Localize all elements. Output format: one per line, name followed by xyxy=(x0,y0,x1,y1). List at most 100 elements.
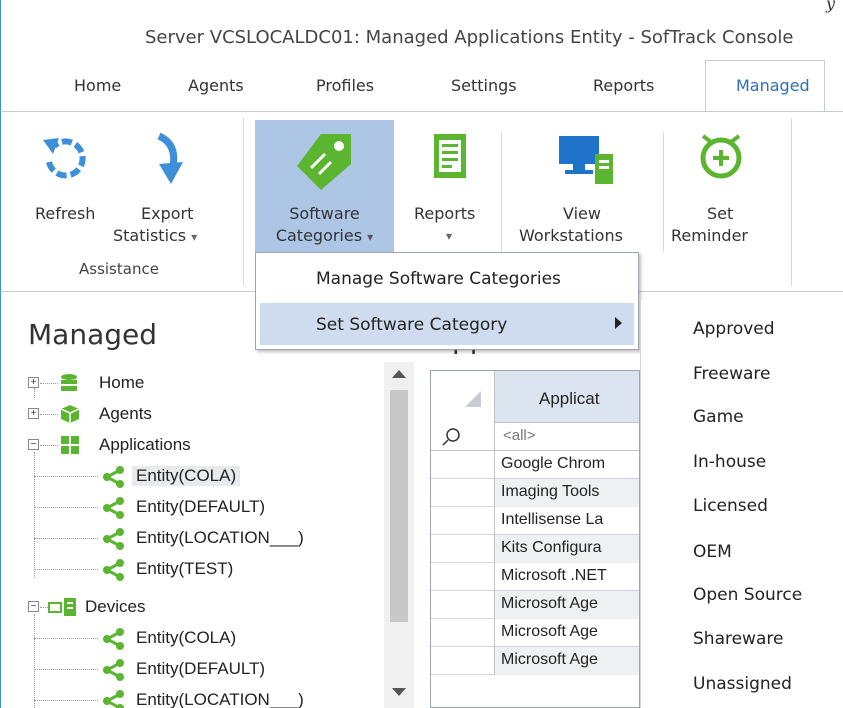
software-categories-menu: Manage Software Categories Set Software … xyxy=(255,252,639,350)
share-icon xyxy=(103,466,124,488)
software-label-2: Categories xyxy=(275,226,363,245)
menu-item-manage-software-categories[interactable]: Manage Software Categories xyxy=(260,257,634,299)
software-categories-button[interactable]: Software Categories ▾ xyxy=(255,120,394,253)
separator xyxy=(501,132,502,252)
chevron-down-icon: ▾ xyxy=(367,230,374,244)
reports-button[interactable]: Reports ▾ xyxy=(404,120,504,250)
tree-scrollbar[interactable] xyxy=(384,362,414,708)
scroll-up-arrow-icon[interactable] xyxy=(392,370,406,378)
view-label-1: View xyxy=(563,204,601,223)
tree-item-label: Home xyxy=(99,373,145,392)
tree-item-dev-entity-default[interactable]: Entity(DEFAULT) xyxy=(34,656,364,684)
sort-corner-icon xyxy=(465,391,481,407)
corner-glyph: y xyxy=(825,0,835,13)
tree-item-label: Entity(LOCATION___) xyxy=(136,528,304,547)
collapse-icon[interactable]: − xyxy=(28,601,39,612)
collapse-icon[interactable]: − xyxy=(28,439,39,450)
tree-line xyxy=(34,507,98,508)
tree-item-label: Devices xyxy=(85,597,146,616)
table-cell: Kits Configura xyxy=(495,535,639,563)
share-icon xyxy=(103,659,124,681)
category-approved[interactable]: Approved xyxy=(693,319,775,339)
cube-icon xyxy=(60,405,80,423)
table-row[interactable]: Microsoft .NET xyxy=(431,563,639,591)
tree-item-label: Entity(LOCATION___) xyxy=(136,690,304,708)
tree-item-home[interactable]: + Home xyxy=(28,370,358,398)
view-workstations-button[interactable]: View Workstations xyxy=(519,120,659,250)
category-open-source[interactable]: Open Source xyxy=(693,585,802,605)
table-cell: Imaging Tools xyxy=(495,479,639,507)
tab-managed[interactable]: Managed xyxy=(705,60,825,114)
tree-item-applications[interactable]: − Applications xyxy=(28,432,358,460)
table-row[interactable]: Microsoft Age xyxy=(431,619,639,647)
column-header-application[interactable]: Applicat xyxy=(495,371,639,423)
tree-item-dev-entity-cola[interactable]: Entity(COLA) xyxy=(34,625,364,653)
panel-title: Managed xyxy=(28,318,157,351)
category-in-house[interactable]: In-house xyxy=(693,452,766,472)
table-row[interactable]: Kits Configura xyxy=(431,535,639,563)
tree-item-app-entity-location[interactable]: Entity(LOCATION___) xyxy=(34,525,364,553)
monitor-icon xyxy=(559,136,613,184)
expand-icon[interactable]: + xyxy=(28,408,39,419)
tree-line xyxy=(40,445,58,446)
share-icon xyxy=(103,628,124,650)
filter-input[interactable]: <all> xyxy=(495,423,639,451)
reports-label: Reports xyxy=(414,204,476,223)
tree-item-label: Entity(TEST) xyxy=(136,559,234,578)
category-licensed[interactable]: Licensed xyxy=(693,496,768,516)
scroll-down-arrow-icon[interactable] xyxy=(392,688,406,696)
window-title: Server VCSLOCALDC01: Managed Application… xyxy=(145,27,794,48)
tree-item-app-entity-default[interactable]: Entity(DEFAULT) xyxy=(34,494,364,522)
tab-reports[interactable]: Reports xyxy=(593,76,654,95)
tag-icon xyxy=(297,134,351,190)
set-label-1: Set xyxy=(707,204,734,223)
category-game[interactable]: Game xyxy=(693,407,744,427)
expand-icon[interactable]: + xyxy=(28,377,39,388)
tree-item-agents[interactable]: + Agents xyxy=(28,401,358,429)
table-cell: Intellisense La xyxy=(501,511,604,528)
tree-item-app-entity-cola[interactable]: Entity(COLA) xyxy=(34,463,364,491)
grid-corner[interactable] xyxy=(431,371,495,423)
category-shareware[interactable]: Shareware xyxy=(693,629,783,649)
chevron-down-icon: ▾ xyxy=(191,230,198,244)
share-icon xyxy=(103,559,124,581)
tab-profiles[interactable]: Profiles xyxy=(316,76,374,95)
tree-item-label: Applications xyxy=(99,435,191,454)
tab-settings[interactable]: Settings xyxy=(451,76,517,95)
table-row[interactable]: Google Chrom xyxy=(431,451,639,479)
tree-line xyxy=(34,669,98,670)
export-label-2: Statistics xyxy=(113,226,187,245)
title-bar: Server VCSLOCALDC01: Managed Application… xyxy=(0,0,843,58)
group-label-assistance: Assistance xyxy=(79,260,159,278)
tree-item-dev-entity-location[interactable]: Entity(LOCATION___) xyxy=(34,687,364,708)
devices-icon xyxy=(48,598,76,616)
category-oem[interactable]: OEM xyxy=(693,542,732,562)
menu-item-set-software-category[interactable]: Set Software Category xyxy=(260,303,634,345)
tree-line xyxy=(34,700,98,701)
tree-line xyxy=(34,638,98,639)
table-row[interactable]: Microsoft Age xyxy=(431,647,639,675)
tab-agents[interactable]: Agents xyxy=(188,76,244,95)
tree-item-label: Entity(DEFAULT) xyxy=(136,659,266,678)
tree-line xyxy=(34,476,98,477)
table-row[interactable]: Intellisense La xyxy=(431,507,639,535)
table-row[interactable]: Microsoft Age xyxy=(431,591,639,619)
navigation-panel: Managed + Home + Agents − Applications E… xyxy=(0,292,425,708)
export-statistics-button[interactable]: Export Statistics ▾ xyxy=(107,120,237,250)
set-reminder-button[interactable]: Set Reminder xyxy=(669,120,769,250)
table-cell: Microsoft Age xyxy=(495,591,639,619)
tree-line xyxy=(34,569,98,570)
tree-item-app-entity-test[interactable]: Entity(TEST) xyxy=(34,556,364,584)
tree-item-devices[interactable]: − Devices xyxy=(28,594,358,622)
table-row[interactable]: Imaging Tools xyxy=(431,479,639,507)
scrollbar-thumb[interactable] xyxy=(390,390,408,622)
category-submenu: Approved Freeware Game In-house Licensed… xyxy=(640,300,843,708)
menu-item-label: Set Software Category xyxy=(316,315,508,335)
tree-line xyxy=(40,607,48,608)
category-freeware[interactable]: Freeware xyxy=(693,364,770,384)
tab-home[interactable]: Home xyxy=(74,76,121,95)
tree-line xyxy=(40,383,58,384)
category-unassigned[interactable]: Unassigned xyxy=(693,674,792,694)
refresh-icon xyxy=(43,138,86,179)
arrow-down-icon xyxy=(157,132,183,184)
